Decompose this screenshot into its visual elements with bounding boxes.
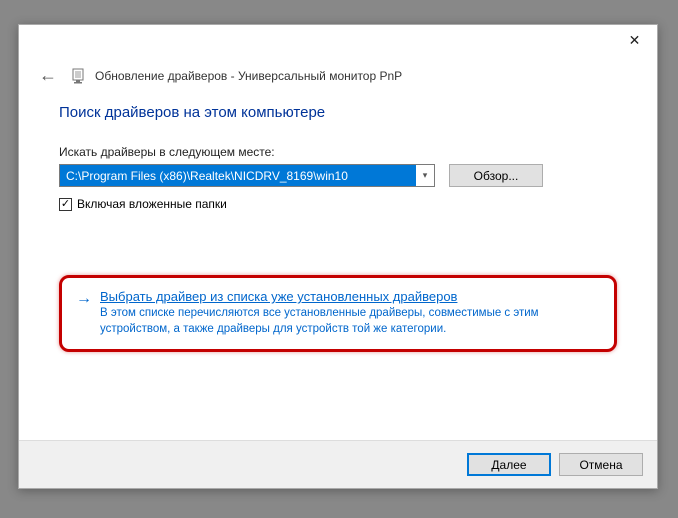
cancel-button[interactable]: Отмена bbox=[559, 453, 643, 476]
option-desc: В этом списке перечисляются все установл… bbox=[100, 306, 600, 337]
content-area: Поиск драйверов на этом компьютере Искат… bbox=[19, 92, 657, 362]
link-body: Выбрать драйвер из списка уже установлен… bbox=[100, 289, 600, 337]
path-row: C:\Program Files (x86)\Realtek\NICDRV_81… bbox=[59, 164, 617, 187]
browse-button[interactable]: Обзор... bbox=[449, 164, 543, 187]
footer: Далее Отмена bbox=[19, 440, 657, 488]
pick-from-list-option-highlight: → Выбрать драйвер из списка уже установл… bbox=[59, 275, 617, 352]
titlebar: ✕ bbox=[19, 25, 657, 55]
dialog-window: ✕ ← Обновление драйверов - Универсальный… bbox=[18, 24, 658, 489]
arrow-right-icon: → bbox=[76, 289, 92, 337]
path-label: Искать драйверы в следующем месте: bbox=[59, 145, 617, 159]
include-subfolders-checkbox[interactable]: ✓ bbox=[59, 198, 72, 211]
next-button[interactable]: Далее bbox=[467, 453, 551, 476]
back-button[interactable]: ← bbox=[35, 63, 61, 88]
header-title: Обновление драйверов - Универсальный мон… bbox=[95, 69, 402, 83]
pick-from-list-link[interactable]: → Выбрать драйвер из списка уже установл… bbox=[76, 289, 600, 337]
header-row: ← Обновление драйверов - Универсальный м… bbox=[19, 55, 657, 92]
main-heading: Поиск драйверов на этом компьютере bbox=[59, 104, 617, 121]
include-subfolders-label: Включая вложенные папки bbox=[77, 197, 227, 211]
device-icon bbox=[71, 68, 85, 84]
path-combobox[interactable]: C:\Program Files (x86)\Realtek\NICDRV_81… bbox=[59, 164, 435, 187]
close-button[interactable]: ✕ bbox=[612, 25, 657, 55]
option-title: Выбрать драйвер из списка уже установлен… bbox=[100, 289, 600, 304]
include-subfolders-row: ✓ Включая вложенные папки bbox=[59, 197, 617, 211]
path-value: C:\Program Files (x86)\Realtek\NICDRV_81… bbox=[60, 165, 416, 186]
chevron-down-icon[interactable]: ▾ bbox=[416, 165, 434, 186]
